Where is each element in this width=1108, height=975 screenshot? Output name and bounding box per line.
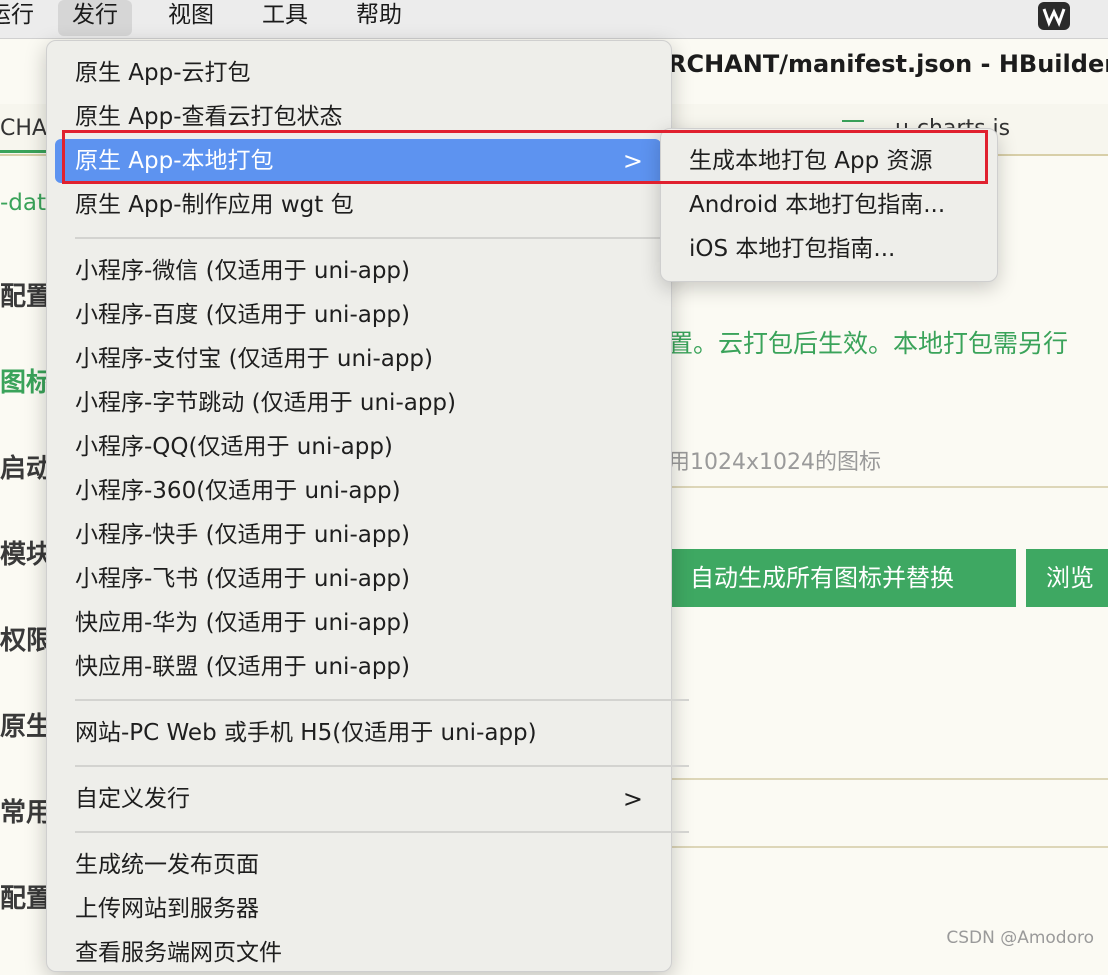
chevron-right-icon: >: [622, 785, 643, 813]
menu-item-label: 原生 App-制作应用 wgt 包: [75, 192, 354, 218]
menu-separator: [75, 699, 689, 701]
menu-separator: [75, 765, 689, 767]
active-tab-indicator: [0, 150, 48, 153]
menu-item-local-build[interactable]: 原生 App-本地打包 >: [55, 139, 661, 183]
menu-item-mp-feishu[interactable]: 小程序-飞书 (仅适用于 uni-app): [55, 557, 661, 601]
menu-item-label: 查看服务端网页文件: [75, 940, 282, 966]
menu-item-unified-publish-page[interactable]: 生成统一发布页面: [55, 843, 661, 887]
menu-separator: [75, 831, 689, 833]
local-build-submenu: 生成本地打包 App 资源 Android 本地打包指南... iOS 本地打包…: [660, 128, 998, 282]
menu-item-label: 小程序-微信 (仅适用于 uni-app): [75, 258, 411, 284]
menu-item-custom-publish[interactable]: 自定义发行 >: [55, 777, 661, 821]
menu-item-label: 快应用-华为 (仅适用于 uni-app): [75, 610, 411, 636]
menubar-tools[interactable]: 工具: [248, 0, 322, 38]
divider: [668, 778, 1108, 780]
menu-item-label: 小程序-字节跳动 (仅适用于 uni-app): [75, 390, 457, 416]
menu-item-label: 小程序-360(仅适用于 uni-app): [75, 478, 401, 504]
menu-item-label: 小程序-QQ(仅适用于 uni-app): [75, 434, 393, 460]
menu-item-label: 原生 App-查看云打包状态: [75, 104, 343, 130]
menu-separator: [75, 237, 689, 239]
submenu-item-generate-local-resources[interactable]: 生成本地打包 App 资源: [669, 139, 987, 183]
side-label-modules[interactable]: 模块: [0, 534, 52, 571]
menu-item-label: 小程序-支付宝 (仅适用于 uni-app): [75, 346, 434, 372]
divider: [668, 486, 1108, 488]
menu-item-mp-toutiao[interactable]: 小程序-字节跳动 (仅适用于 uni-app): [55, 381, 661, 425]
side-label-config-2[interactable]: 配置: [0, 878, 52, 915]
icon-size-hint: 用1024x1024的图标: [668, 450, 881, 475]
packaging-hint: 置。云打包后生效。本地打包需另行: [668, 329, 1069, 358]
menubar-run[interactable]: 运行: [0, 0, 48, 38]
menu-item-mp-qq[interactable]: 小程序-QQ(仅适用于 uni-app): [55, 425, 661, 469]
menu-item-wgt-package[interactable]: 原生 App-制作应用 wgt 包: [55, 183, 661, 227]
side-label-common[interactable]: 常用: [0, 792, 52, 829]
menu-item-label: 小程序-飞书 (仅适用于 uni-app): [75, 566, 411, 592]
menu-item-label: 生成统一发布页面: [75, 852, 259, 878]
menu-item-label: 上传网站到服务器: [75, 896, 259, 922]
menu-item-label: 网站-PC Web 或手机 H5(仅适用于 uni-app): [75, 720, 537, 746]
menu-item-label: 自定义发行: [75, 786, 190, 812]
browse-button[interactable]: 浏览: [1026, 549, 1108, 607]
menubar-view[interactable]: 视图: [154, 0, 228, 38]
menu-item-label: 原生 App-云打包: [75, 60, 251, 86]
menu-item-quickapp-huawei[interactable]: 快应用-华为 (仅适用于 uni-app): [55, 601, 661, 645]
menu-item-label: 小程序-快手 (仅适用于 uni-app): [75, 522, 411, 548]
menu-item-mp-360[interactable]: 小程序-360(仅适用于 uni-app): [55, 469, 661, 513]
menu-item-cloud-build[interactable]: 原生 App-云打包: [55, 51, 661, 95]
watermark: CSDN @Amodoro: [946, 928, 1094, 948]
side-label-permissions[interactable]: 权限: [0, 620, 52, 657]
auto-generate-icons-button[interactable]: 自动生成所有图标并替换: [670, 549, 1016, 607]
menubar-help[interactable]: 帮助: [342, 0, 416, 38]
side-label-icon[interactable]: 图标: [0, 362, 52, 399]
menu-item-quickapp-union[interactable]: 快应用-联盟 (仅适用于 uni-app): [55, 645, 661, 689]
wps-app-icon[interactable]: [1038, 2, 1070, 30]
menu-item-web-h5[interactable]: 网站-PC Web 或手机 H5(仅适用于 uni-app): [55, 711, 661, 755]
menu-item-upload-website[interactable]: 上传网站到服务器: [55, 887, 661, 931]
chevron-right-icon: >: [622, 147, 643, 175]
menu-item-label: 原生 App-本地打包: [75, 148, 274, 174]
menu-item-cloud-build-status[interactable]: 原生 App-查看云打包状态: [55, 95, 661, 139]
divider: [668, 846, 1108, 848]
menubar: 运行 发行 视图 工具 帮助: [0, 0, 1108, 39]
side-label-native[interactable]: 原生: [0, 706, 52, 743]
menu-item-mp-weixin[interactable]: 小程序-微信 (仅适用于 uni-app): [55, 249, 661, 293]
side-label-splash[interactable]: 启动: [0, 448, 52, 485]
menu-item-view-server-files[interactable]: 查看服务端网页文件: [55, 931, 661, 975]
side-label-data[interactable]: -dat: [0, 190, 46, 216]
menu-item-label: 小程序-百度 (仅适用于 uni-app): [75, 302, 411, 328]
menu-item-label: 快应用-联盟 (仅适用于 uni-app): [75, 654, 411, 680]
side-label-config[interactable]: 配置: [0, 276, 52, 313]
menu-item-mp-alipay[interactable]: 小程序-支付宝 (仅适用于 uni-app): [55, 337, 661, 381]
submenu-item-ios-guide[interactable]: iOS 本地打包指南...: [669, 227, 987, 271]
publish-menu: 原生 App-云打包 原生 App-查看云打包状态 原生 App-本地打包 > 原…: [46, 40, 689, 975]
menu-item-mp-kuaishou[interactable]: 小程序-快手 (仅适用于 uni-app): [55, 513, 661, 557]
menu-item-mp-baidu[interactable]: 小程序-百度 (仅适用于 uni-app): [55, 293, 661, 337]
menubar-publish[interactable]: 发行: [58, 0, 132, 36]
submenu-item-android-guide[interactable]: Android 本地打包指南...: [669, 183, 987, 227]
window-title: RCHANT/manifest.json - HBuilder: [668, 50, 1108, 78]
